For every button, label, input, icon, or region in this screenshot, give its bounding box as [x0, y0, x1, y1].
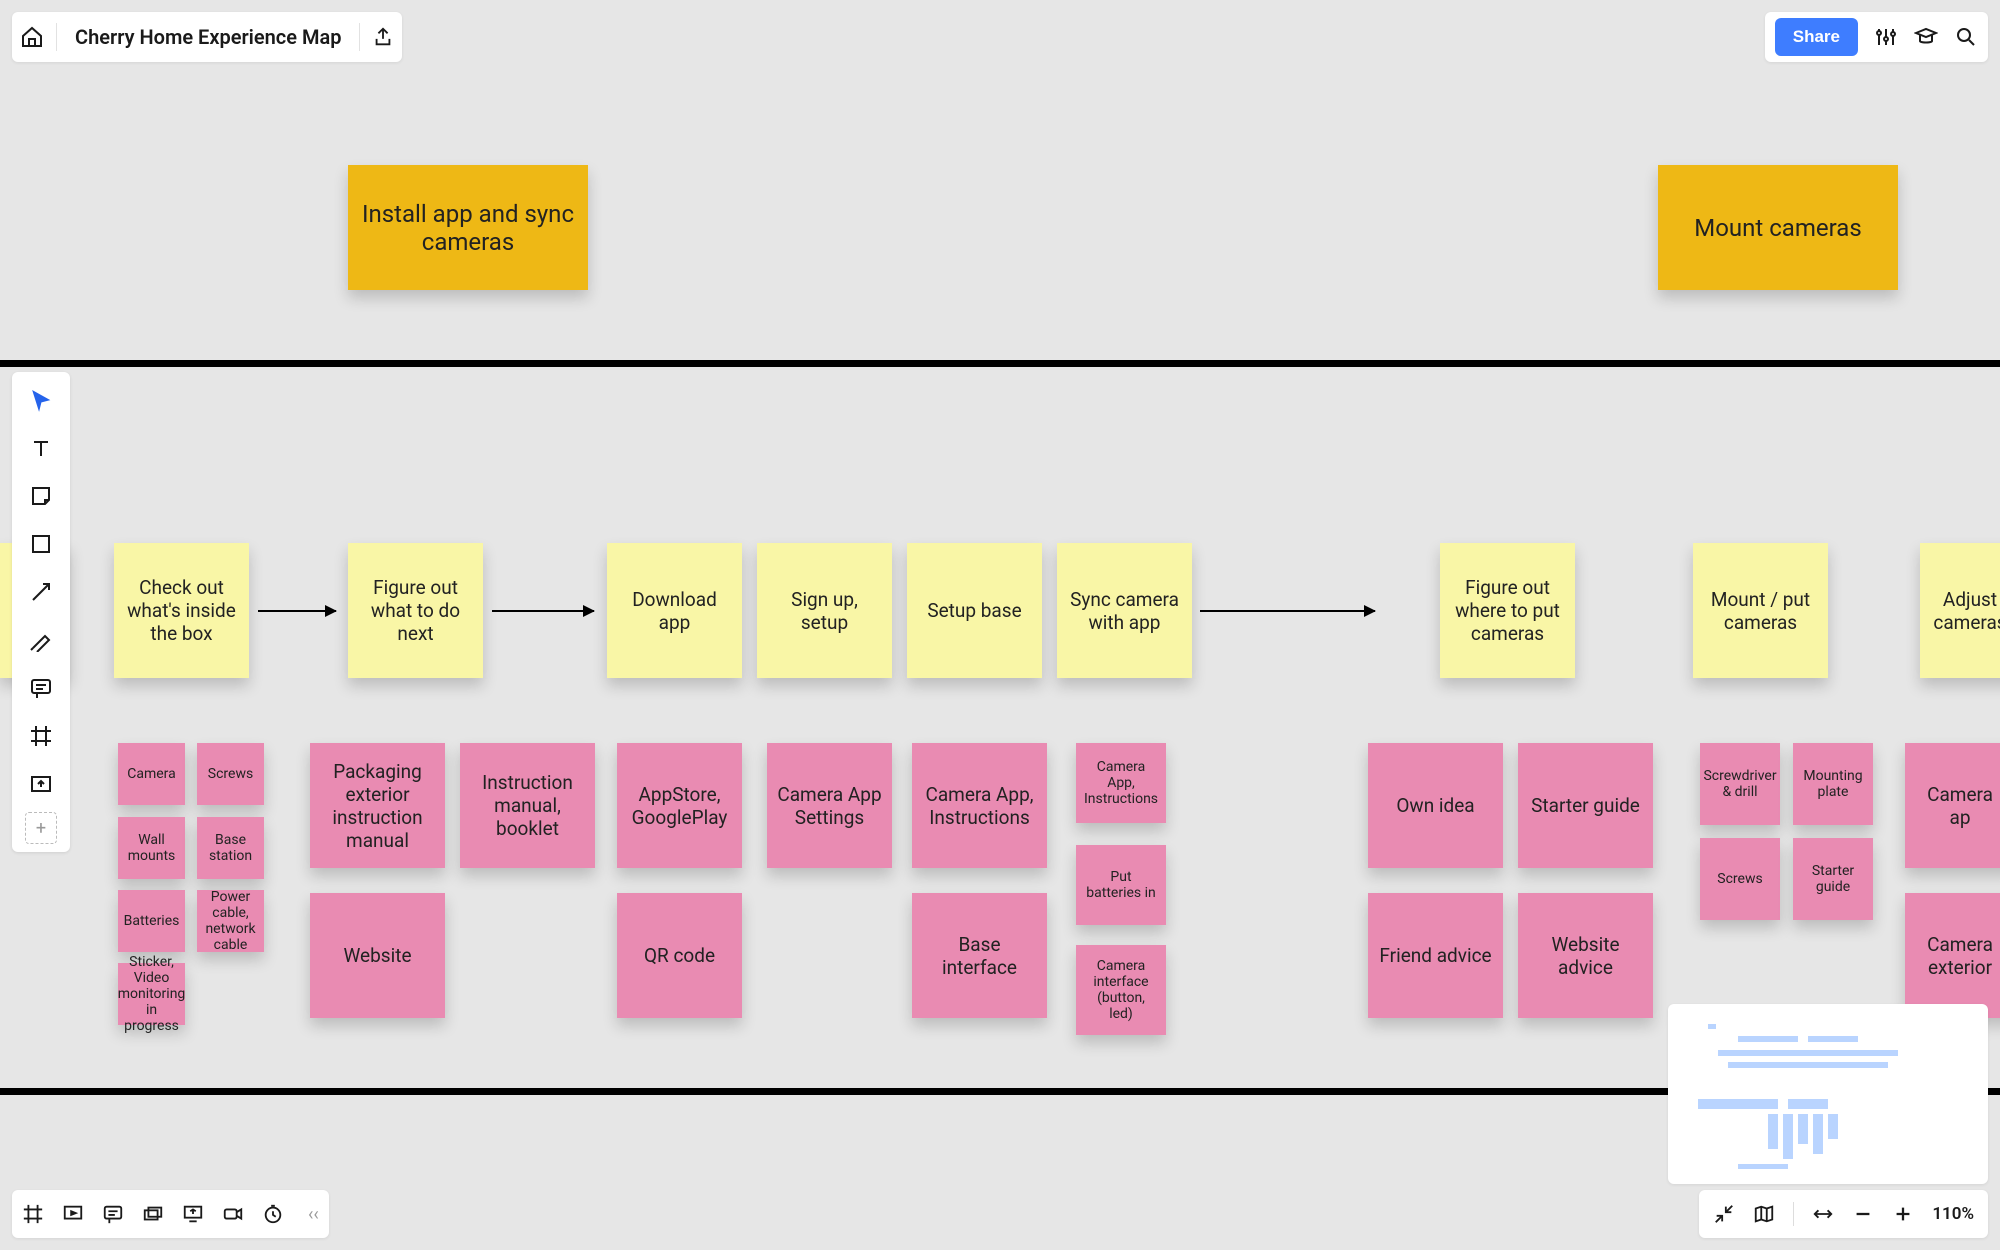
pink-base-interface[interactable]: Base interface — [912, 893, 1047, 1018]
pink-put-batteries[interactable]: Put batteries in — [1076, 845, 1166, 925]
pink-screwdriver[interactable]: Screwdriver & drill — [1700, 743, 1780, 825]
settings-icon[interactable] — [1874, 25, 1898, 49]
pink-screws2[interactable]: Screws — [1700, 838, 1780, 920]
zoom-in-icon[interactable] — [1892, 1203, 1914, 1225]
pink-friend-advice[interactable]: Friend advice — [1368, 893, 1503, 1018]
pink-power-cable[interactable]: Power cable, network cable — [197, 890, 264, 952]
topbar-left: Cherry Home Experience Map — [12, 12, 402, 62]
zoom-level[interactable]: 110% — [1932, 1204, 1974, 1224]
minimap[interactable] — [1668, 1004, 1988, 1184]
frames-icon[interactable] — [22, 1203, 44, 1225]
pink-cam-app-instr2[interactable]: Camera App, Instructions — [1076, 743, 1166, 823]
pink-sticker[interactable]: Sticker, Video monitoring in progress — [118, 963, 185, 1025]
step-mount-put[interactable]: Mount / put cameras — [1693, 543, 1828, 678]
arrow-2 — [492, 610, 594, 612]
pink-mount-plate[interactable]: Mounting plate — [1793, 743, 1873, 825]
bottombar-right: 110% — [1699, 1190, 1988, 1238]
search-icon[interactable] — [1954, 25, 1978, 49]
pink-own-idea[interactable]: Own idea — [1368, 743, 1503, 868]
cards-icon[interactable] — [142, 1203, 164, 1225]
divider-top — [0, 360, 2000, 367]
arrow-1 — [258, 610, 336, 612]
pink-starter-guide[interactable]: Starter guide — [1518, 743, 1653, 868]
pen-tool[interactable] — [21, 620, 61, 660]
home-icon[interactable] — [20, 25, 44, 49]
pink-manual[interactable]: Instruction manual, booklet — [460, 743, 595, 868]
line-tool[interactable] — [21, 572, 61, 612]
stage-install[interactable]: Install app and sync cameras — [348, 165, 588, 290]
step-figure-where[interactable]: Figure out where to put cameras — [1440, 543, 1575, 678]
shape-tool[interactable] — [21, 524, 61, 564]
pink-camera-ext-r[interactable]: Camera exterior — [1905, 893, 2000, 1018]
collapse-minimap-icon[interactable] — [1713, 1203, 1735, 1225]
step-figure-next[interactable]: Figure out what to do next — [348, 543, 483, 678]
pink-camera[interactable]: Camera — [118, 743, 185, 805]
separator — [1793, 1202, 1794, 1226]
bottombar-left: ‹‹ — [12, 1190, 329, 1238]
topbar-right: Share — [1765, 12, 1988, 62]
step-setup-base[interactable]: Setup base — [907, 543, 1042, 678]
side-toolbar: + — [12, 372, 70, 852]
timer-icon[interactable] — [262, 1203, 284, 1225]
export-icon[interactable] — [372, 26, 394, 48]
text-tool[interactable] — [21, 428, 61, 468]
screen-share-icon[interactable] — [182, 1203, 204, 1225]
sticky-tool[interactable] — [21, 476, 61, 516]
upload-tool[interactable] — [21, 764, 61, 804]
learn-icon[interactable] — [1914, 25, 1938, 49]
pink-cam-instructions[interactable]: Camera App, Instructions — [912, 743, 1047, 868]
divider — [56, 23, 57, 51]
stage-mount[interactable]: Mount cameras — [1658, 165, 1898, 290]
board-title[interactable]: Cherry Home Experience Map — [69, 25, 347, 49]
pink-website-advice[interactable]: Website advice — [1518, 893, 1653, 1018]
map-icon[interactable] — [1753, 1203, 1775, 1225]
pink-base-station[interactable]: Base station — [197, 817, 264, 879]
frame-tool[interactable] — [21, 716, 61, 756]
step-check-box[interactable]: Check out what's inside the box — [114, 543, 249, 678]
step-signup[interactable]: Sign up, setup — [757, 543, 892, 678]
divider — [359, 23, 360, 51]
comments-icon[interactable] — [102, 1203, 124, 1225]
fit-icon[interactable] — [1812, 1203, 1834, 1225]
step-download[interactable]: Download app — [607, 543, 742, 678]
add-tool[interactable]: + — [25, 812, 57, 844]
pink-qr[interactable]: QR code — [617, 893, 742, 1018]
step-sync[interactable]: Sync camera with app — [1057, 543, 1192, 678]
pink-cam-settings[interactable]: Camera App Settings — [767, 743, 892, 868]
pink-appstore[interactable]: AppStore, GooglePlay — [617, 743, 742, 868]
video-icon[interactable] — [222, 1203, 244, 1225]
comment-tool[interactable] — [21, 668, 61, 708]
pink-packaging[interactable]: Packaging exterior instruction manual — [310, 743, 445, 868]
step-adjust[interactable]: Adjust cameras — [1920, 543, 2000, 678]
zoom-out-icon[interactable] — [1852, 1203, 1874, 1225]
share-button[interactable]: Share — [1775, 18, 1858, 56]
collapse-icon[interactable]: ‹‹ — [302, 1204, 319, 1225]
pink-starter2[interactable]: Starter guide — [1793, 838, 1873, 920]
present-icon[interactable] — [62, 1203, 84, 1225]
pink-screws[interactable]: Screws — [197, 743, 264, 805]
pink-batteries[interactable]: Batteries — [118, 890, 185, 952]
arrow-3 — [1200, 610, 1375, 612]
pink-camera-app-r[interactable]: Camera ap — [1905, 743, 2000, 868]
pink-cam-interface[interactable]: Camera interface (button, led) — [1076, 945, 1166, 1035]
pink-website[interactable]: Website — [310, 893, 445, 1018]
select-tool[interactable] — [21, 380, 61, 420]
pink-wall-mounts[interactable]: Wall mounts — [118, 817, 185, 879]
